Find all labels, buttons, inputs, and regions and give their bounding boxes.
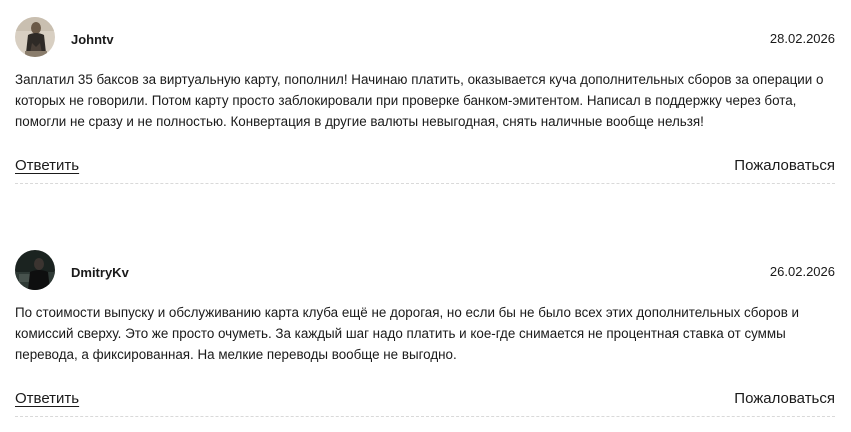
- comment-header: DmitryKv 26.02.2026: [15, 250, 835, 292]
- reply-link[interactable]: Ответить: [15, 390, 79, 407]
- comment-author: Johntv: [71, 32, 114, 47]
- comment-text: По стоимости выпуску и обслуживанию карт…: [15, 305, 800, 362]
- report-link[interactable]: Пожаловаться: [734, 390, 835, 407]
- avatar[interactable]: [15, 17, 55, 57]
- comment-text: Заплатил 35 баксов за виртуальную карту,…: [15, 72, 824, 129]
- divider: [15, 183, 835, 184]
- comment-date: 26.02.2026: [769, 264, 835, 279]
- comments-list: Johntv 28.02.2026 Заплатил 35 баксов за …: [0, 0, 851, 432]
- user-photo-icon: [15, 250, 55, 290]
- comment-header: Johntv 28.02.2026: [15, 17, 835, 59]
- comment-item: Johntv 28.02.2026 Заплатил 35 баксов за …: [15, 17, 835, 184]
- comment-actions: Ответить Пожаловаться: [15, 390, 835, 412]
- avatar[interactable]: [15, 250, 55, 290]
- comment-actions: Ответить Пожаловаться: [15, 157, 835, 179]
- reply-link[interactable]: Ответить: [15, 157, 79, 174]
- user-photo-icon: [15, 17, 55, 57]
- comment-item: DmitryKv 26.02.2026 По стоимости выпуску…: [15, 250, 835, 417]
- comment-date: 28.02.2026: [769, 31, 835, 46]
- comment-author: DmitryKv: [71, 265, 129, 280]
- divider: [15, 416, 835, 417]
- report-link[interactable]: Пожаловаться: [734, 157, 835, 174]
